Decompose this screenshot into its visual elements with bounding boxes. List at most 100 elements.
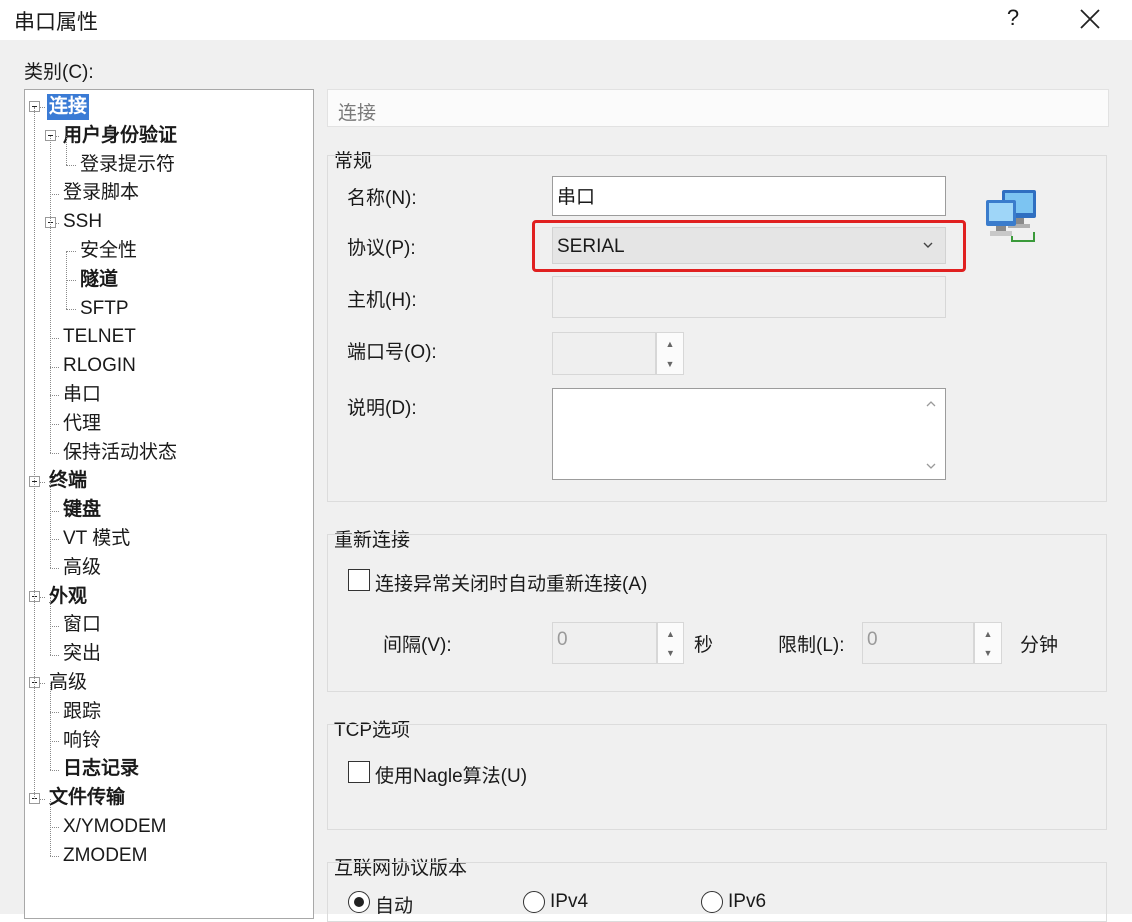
tree-item[interactable]: ZMODEM [61,843,149,869]
host-input[interactable] [552,276,946,318]
nagle-checkbox[interactable] [348,761,370,783]
tree-item[interactable]: 响铃 [61,728,103,754]
tree-connector [66,280,76,282]
tree-item[interactable]: 高级 [47,670,89,696]
ip-auto-radio[interactable] [348,891,370,913]
tree-connector [50,453,59,454]
tree-item[interactable]: 安全性 [78,238,139,264]
tree-connector [50,798,51,857]
auto-reconnect-checkbox[interactable] [348,569,370,591]
tree-connector [50,827,59,829]
tree-connector [50,712,59,714]
description-textarea[interactable] [552,388,946,480]
spin-down-icon[interactable]: ▼ [658,648,683,658]
reconnect-group [327,534,1107,692]
tree-item[interactable]: 文件传输 [47,785,127,811]
scroll-down-icon[interactable] [925,461,937,471]
tree-connector [50,510,59,512]
tree-connector [50,193,59,195]
tree-connector [50,654,59,656]
tree-connector [50,625,59,627]
tree-connector [50,539,59,541]
category-tree[interactable]: 连接用户身份验证登录提示符 登录脚本 SSH 安全性隧道 SFTP TELNET RLOGI… [24,89,314,919]
tree-item[interactable]: SSH [61,209,104,235]
host-label: 主机(H): [347,290,417,311]
protocol-highlight-annotation [532,220,966,272]
tree-item[interactable]: 外观 [47,584,89,610]
ip-v4-radio[interactable] [523,891,545,913]
close-icon [1080,9,1100,29]
tree-item[interactable]: 终端 [47,468,89,494]
ip-v6-label[interactable]: IPv6 [728,891,766,913]
close-button[interactable] [1070,2,1110,36]
tree-item[interactable]: TELNET [61,324,138,350]
tree-item[interactable]: 突出 [61,641,103,667]
tree-connector [66,165,76,166]
tree-item[interactable]: 登录提示符 [78,152,177,178]
protocol-label: 协议(P): [347,238,416,259]
spin-down-icon[interactable]: ▼ [657,359,683,369]
ip-v6-radio[interactable] [701,891,723,913]
tree-item[interactable]: 保持活动状态 [61,440,179,466]
panel-header: 连接 [327,89,1109,127]
scroll-up-icon[interactable] [925,399,937,409]
tree-connector [50,769,59,771]
tree-item[interactable]: RLOGIN [61,353,138,379]
tree-item[interactable]: 用户身份验证 [61,123,179,149]
tree-item[interactable]: 代理 [61,411,103,437]
tree-item[interactable]: VT 模式 [61,526,132,552]
port-label: 端口号(O): [347,342,437,363]
spin-up-icon[interactable]: ▲ [658,629,683,639]
tree-item[interactable]: X/YMODEM [61,814,168,840]
tree-connector [66,309,76,310]
tree-connector [34,107,35,799]
tree-item[interactable]: 高级 [61,555,103,581]
interval-unit: 秒 [694,635,714,656]
tree-item[interactable]: SFTP [78,296,131,322]
auto-reconnect-label[interactable]: 连接异常关闭时自动重新连接(A) [375,569,647,596]
spin-up-icon[interactable]: ▲ [657,339,683,349]
tree-item[interactable]: 登录脚本 [61,180,141,206]
help-button[interactable]: ? [996,2,1030,36]
title-bar[interactable]: 串口属性 ? [0,0,1132,40]
tree-connector [50,568,59,570]
port-input[interactable] [552,332,656,375]
limit-input[interactable]: 0 [862,622,974,664]
tree-item[interactable]: 日志记录 [61,756,141,782]
tree-item[interactable]: 窗口 [61,612,103,638]
interval-label: 间隔(V): [383,635,452,656]
tree-connector [66,251,76,253]
interval-input[interactable]: 0 [552,622,657,664]
tree-item[interactable]: 键盘 [61,497,103,523]
spin-down-icon[interactable]: ▼ [975,648,1001,658]
tree-item[interactable]: 连接 [47,94,90,120]
description-label: 说明(D): [347,398,417,419]
tree-connector [50,597,51,655]
tree-item[interactable]: 隧道 [78,267,120,293]
network-computers-icon [984,188,1042,244]
spin-up-icon[interactable]: ▲ [975,629,1001,639]
window-title: 串口属性 [14,11,98,34]
tree-connector [50,424,59,426]
nagle-label[interactable]: 使用Nagle算法(U) [375,761,527,788]
tree-connector [50,856,59,858]
name-input[interactable]: 串口 [552,176,946,216]
tree-connector [66,136,67,165]
port-spinner[interactable]: ▲ ▼ [656,332,684,375]
category-label: 类别(C): [24,62,94,83]
limit-spinner[interactable]: ▲ ▼ [974,622,1002,664]
tree-connector [50,683,51,770]
name-label: 名称(N): [347,188,417,209]
tree-connector [66,251,67,309]
tree-item[interactable]: 串口 [61,382,103,408]
tree-connector [50,481,51,569]
limit-unit: 分钟 [1020,635,1059,656]
tree-item[interactable]: 跟踪 [61,699,103,725]
tree-connector [50,741,59,742]
panel-header-title: 连接 [338,103,377,124]
tree-connector [50,366,59,368]
limit-label: 限制(L): [778,635,845,656]
ip-v4-label[interactable]: IPv4 [550,891,588,913]
tree-connector [50,395,59,397]
interval-spinner[interactable]: ▲ ▼ [657,622,684,664]
